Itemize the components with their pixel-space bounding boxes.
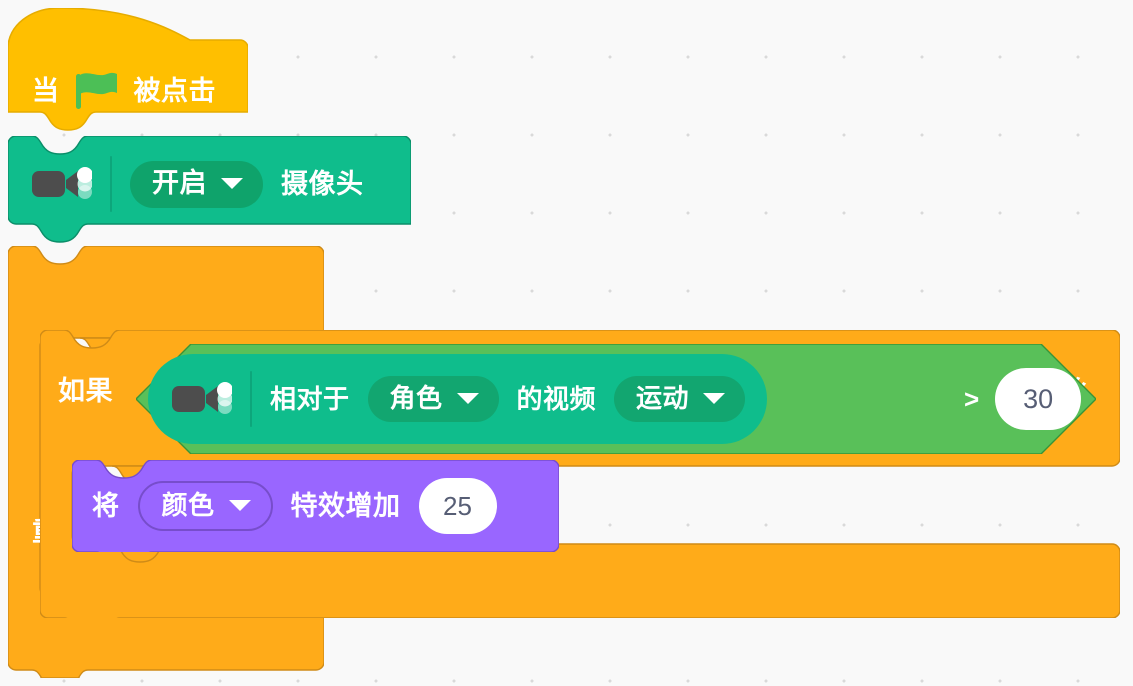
- video-state-dropdown[interactable]: 开启: [130, 160, 263, 208]
- change-effect-block[interactable]: 将 颜色 特效增加 25: [72, 460, 559, 552]
- video-block-content: 开启 摄像头: [8, 136, 411, 232]
- chevron-down-icon: [228, 499, 251, 511]
- effect-name-dropdown[interactable]: 颜色: [137, 481, 273, 531]
- video-state-value: 开启: [152, 167, 207, 198]
- clicked-label: 被点击: [133, 75, 216, 106]
- chevron-down-icon: [221, 177, 243, 189]
- greater-than-operator-block[interactable]: 相对于 角色 的视频 运动 > 30: [136, 344, 1096, 454]
- greater-than-symbol: >: [964, 383, 980, 414]
- effect-amount-input[interactable]: 25: [418, 478, 497, 534]
- when-label: 当: [32, 75, 60, 106]
- effect-name-value: 颜色: [161, 490, 215, 520]
- change-label: 将: [92, 490, 120, 521]
- if-label: 如果: [58, 376, 113, 406]
- icon-divider: [110, 156, 112, 212]
- threshold-input[interactable]: 30: [995, 368, 1082, 430]
- effect-by-label: 特效增加: [290, 490, 401, 521]
- effect-block-content: 将 颜色 特效增加 25: [72, 460, 559, 552]
- turn-video-block[interactable]: 开启 摄像头: [8, 136, 411, 246]
- green-flag-icon: [75, 72, 117, 109]
- scratch-workspace[interactable]: 当 被点击 开启 摄像头 如果 相对于 角色 的视频 运动 > 30 将 颜色 …: [0, 0, 1133, 686]
- video-suffix-label: 摄像头: [281, 168, 364, 199]
- hat-block-content: 当 被点击: [32, 71, 216, 111]
- greater-than-content: > 30: [136, 344, 1096, 454]
- when-flag-clicked-block[interactable]: 当 被点击: [8, 8, 248, 136]
- video-camera-icon: [32, 167, 92, 199]
